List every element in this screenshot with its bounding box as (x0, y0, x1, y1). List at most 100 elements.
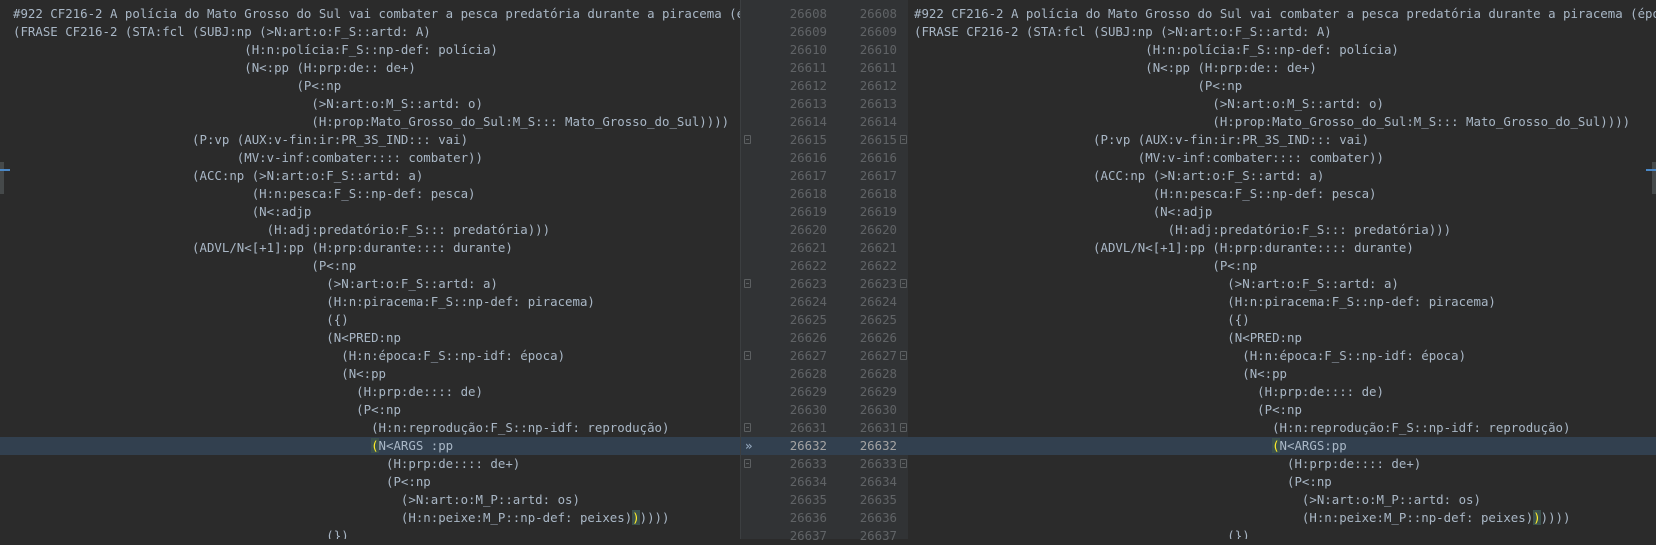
left-line-number: 26615 (789, 132, 827, 147)
left-code-line[interactable]: (N<:pp (H:prp:de:: de+) (0, 59, 740, 77)
right-code-line[interactable]: (H:adj:predatório:F_S::: predatória))) (908, 221, 1656, 239)
right-line-number: 26618 (859, 186, 897, 201)
fold-icon[interactable] (744, 459, 751, 468)
gutter-row: 26636 26636 (741, 509, 909, 527)
left-code-line[interactable]: (H:n:peixe:M_P::np-def: peixes)))))) (0, 509, 740, 527)
right-code-line[interactable]: (ACC:np (>N:art:o:F_S::artd: a) (908, 167, 1656, 185)
right-code-line[interactable]: (>N:art:o:F_S::artd: a) (908, 275, 1656, 293)
right-line-number: 26615 (859, 132, 897, 147)
right-code-line[interactable]: (>N:art:o:M_S::artd: o) (908, 95, 1656, 113)
right-code-line[interactable]: (MV:v-inf:combater:::: combater)) (908, 149, 1656, 167)
fold-icon[interactable] (900, 459, 907, 468)
right-line-number: 26611 (859, 60, 897, 75)
left-editor-pane[interactable]: #922 CF216-2 A polícia do Mato Grosso do… (0, 0, 740, 539)
fold-icon[interactable] (744, 423, 751, 432)
right-code-text: ({) (914, 312, 1250, 327)
left-code-line[interactable]: (H:n:polícia:F_S::np-def: polícia) (0, 41, 740, 59)
right-code-line[interactable]: (>N:art:o:M_P::artd: os) (908, 491, 1656, 509)
right-editor-pane[interactable]: #922 CF216-2 A polícia do Mato Grosso do… (908, 0, 1656, 539)
right-code-line[interactable]: (FRASE CF216-2 (STA:fcl (SUBJ:np (>N:art… (908, 23, 1656, 41)
right-code-line[interactable]: (N<:adjp (908, 203, 1656, 221)
left-code-line[interactable]: ({) (0, 311, 740, 329)
gutter-row: 26615 26615 (741, 131, 909, 149)
right-code-line[interactable]: (H:n:peixe:M_P::np-def: peixes)))))) (908, 509, 1656, 527)
left-code-line[interactable]: #922 CF216-2 A polícia do Mato Grosso do… (0, 5, 740, 23)
left-code-line[interactable]: (MV:v-inf:combater:::: combater)) (0, 149, 740, 167)
right-scroll-marker[interactable] (1652, 162, 1656, 194)
gutter-row: 26635 26635 (741, 491, 909, 509)
right-code-line[interactable]: (N<:pp (H:prp:de:: de+) (908, 59, 1656, 77)
left-code-line[interactable]: (>N:art:o:F_S::artd: a) (0, 275, 740, 293)
fold-icon[interactable] (900, 351, 907, 360)
right-code-line[interactable]: (H:prop:Mato_Grosso_do_Sul:M_S::: Mato_G… (908, 113, 1656, 131)
left-code-line[interactable]: (H:prp:de:::: de) (0, 383, 740, 401)
left-code-line[interactable]: (P:vp (AUX:v-fin:ir:PR_3S_IND::: vai) (0, 131, 740, 149)
right-code-line[interactable]: (H:n:reprodução:F_S::np-idf: reprodução) (908, 419, 1656, 437)
right-code-line[interactable]: ({) (908, 311, 1656, 329)
left-code-line[interactable]: (H:prop:Mato_Grosso_do_Sul:M_S::: Mato_G… (0, 113, 740, 131)
left-code-line[interactable]: (ACC:np (>N:art:o:F_S::artd: a) (0, 167, 740, 185)
left-code-line[interactable]: (N<PRED:np (0, 329, 740, 347)
right-code-line[interactable]: (P<:np (908, 257, 1656, 275)
fold-icon[interactable] (744, 135, 751, 144)
right-code-line[interactable]: (}) (908, 527, 1656, 539)
left-code-line[interactable]: (ADVL/N<[+1]:pp (H:prp:durante:::: duran… (0, 239, 740, 257)
left-line-number: 26623 (789, 276, 827, 291)
right-code-line[interactable]: (N<PRED:np (908, 329, 1656, 347)
right-code-line[interactable]: (P:vp (AUX:v-fin:ir:PR_3S_IND::: vai) (908, 131, 1656, 149)
left-code-line[interactable]: (N<ARGS :pp (0, 437, 740, 455)
left-code-line[interactable]: (FRASE CF216-2 (STA:fcl (SUBJ:np (>N:art… (0, 23, 740, 41)
fold-icon[interactable] (900, 279, 907, 288)
gutter-row: 26611 26611 (741, 59, 909, 77)
left-code-text: (H:n:reprodução:F_S::np-idf: reprodução) (13, 420, 670, 435)
apply-change-icon[interactable]: » (745, 437, 752, 455)
right-code-line[interactable]: (P<:np (908, 77, 1656, 95)
left-code-line[interactable]: (H:n:pesca:F_S::np-def: pesca) (0, 185, 740, 203)
left-code-line[interactable]: (N<:adjp (0, 203, 740, 221)
left-code-line[interactable]: (H:n:reprodução:F_S::np-idf: reprodução) (0, 419, 740, 437)
right-code-line[interactable]: (H:prp:de:::: de+) (908, 455, 1656, 473)
right-code-line[interactable]: (P<:np (908, 473, 1656, 491)
fold-icon[interactable] (900, 135, 907, 144)
left-code-line[interactable]: (H:n:piracema:F_S::np-def: piracema) (0, 293, 740, 311)
left-code-line[interactable]: (>N:art:o:M_S::artd: o) (0, 95, 740, 113)
left-code-line[interactable]: (P<:np (0, 77, 740, 95)
left-code-text: (FRASE CF216-2 (STA:fcl (SUBJ:np (>N:art… (13, 24, 431, 39)
right-code-text: (H:prp:de:::: de+) (914, 456, 1422, 471)
right-code-line[interactable]: (N<ARGS:pp (908, 437, 1656, 455)
left-code-line[interactable]: (H:n:época:F_S::np-idf: época) (0, 347, 740, 365)
left-code-line[interactable]: (N<:pp (0, 365, 740, 383)
left-code-line[interactable]: (H:adj:predatório:F_S::: predatória))) (0, 221, 740, 239)
left-code-text: (H:prp:de:::: de+) (13, 456, 521, 471)
right-code-text: (N<:pp (H:prp:de:: de+) (914, 60, 1317, 75)
fold-icon[interactable] (900, 423, 907, 432)
left-code-line[interactable]: (P<:np (0, 473, 740, 491)
right-code-line[interactable]: (H:n:polícia:F_S::np-def: polícia) (908, 41, 1656, 59)
fold-icon[interactable] (744, 279, 751, 288)
left-code-text: (>N:art:o:M_S::artd: o) (13, 96, 483, 111)
left-code-line[interactable]: (H:prp:de:::: de+) (0, 455, 740, 473)
right-code-line[interactable]: (N<:pp (908, 365, 1656, 383)
left-code-text: (}) (13, 528, 349, 539)
right-line-number: 26633 (859, 456, 897, 471)
left-code-line[interactable]: (>N:art:o:M_P::artd: os) (0, 491, 740, 509)
fold-icon[interactable] (744, 351, 751, 360)
left-code-text: (H:n:época:F_S::np-idf: época) (13, 348, 566, 363)
left-code-line[interactable]: (}) (0, 527, 740, 539)
left-code-line[interactable]: (P<:np (0, 401, 740, 419)
right-code-line[interactable]: (P<:np (908, 401, 1656, 419)
right-code-line[interactable]: (H:n:piracema:F_S::np-def: piracema) (908, 293, 1656, 311)
right-code-line[interactable]: (H:n:pesca:F_S::np-def: pesca) (908, 185, 1656, 203)
right-code-line[interactable]: (H:n:época:F_S::np-idf: época) (908, 347, 1656, 365)
right-code-text: (P<:np (914, 474, 1332, 489)
right-code-text: (H:n:piracema:F_S::np-def: piracema) (914, 294, 1496, 309)
gutter-row: 26621 26621 (741, 239, 909, 257)
right-code-line[interactable]: (ADVL/N<[+1]:pp (H:prp:durante:::: duran… (908, 239, 1656, 257)
right-code-line[interactable]: (H:prp:de:::: de) (908, 383, 1656, 401)
matching-brace-close: ) (632, 510, 640, 525)
left-code-text: (H:n:piracema:F_S::np-def: piracema) (13, 294, 595, 309)
left-line-number: 26633 (789, 456, 827, 471)
right-code-line[interactable]: #922 CF216-2 A polícia do Mato Grosso do… (908, 5, 1656, 23)
left-code-line[interactable]: (P<:np (0, 257, 740, 275)
right-diff-tick (1646, 169, 1656, 171)
